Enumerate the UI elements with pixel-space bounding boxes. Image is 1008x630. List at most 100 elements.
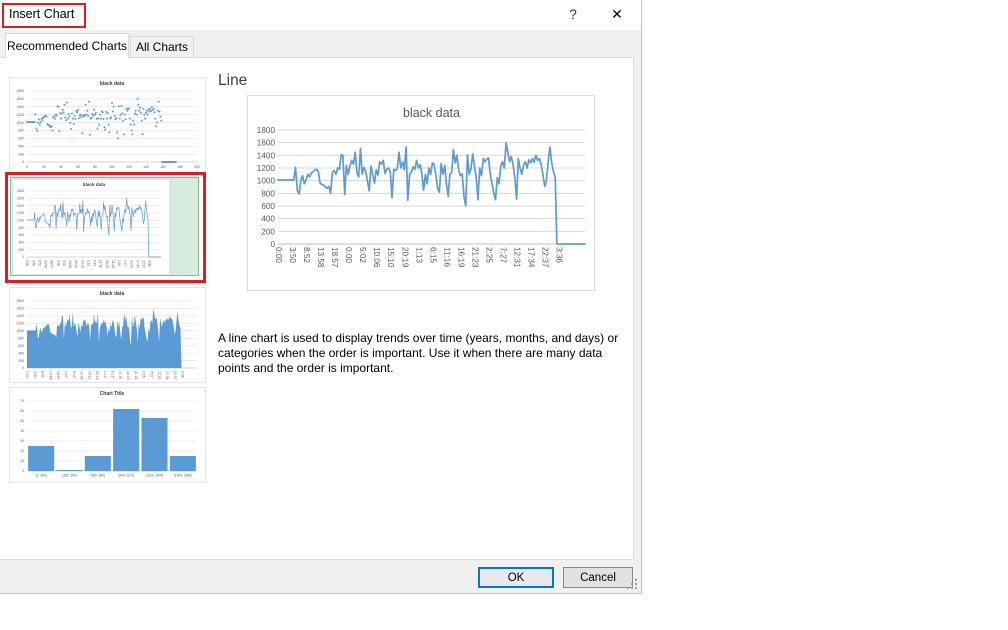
svg-text:21:23: 21:23 <box>111 260 115 268</box>
histogram-chart-thumbnail: 010203040506070Chart Title[0, 280](280, … <box>10 388 205 482</box>
svg-text:60: 60 <box>20 409 24 413</box>
svg-text:12:31: 12:31 <box>157 371 161 380</box>
resize-grip-icon[interactable] <box>627 579 638 590</box>
svg-text:18:57: 18:57 <box>56 371 60 380</box>
svg-text:0: 0 <box>26 165 28 169</box>
svg-text:5:02: 5:02 <box>72 371 76 378</box>
svg-text:180: 180 <box>177 165 183 169</box>
svg-text:black data: black data <box>403 106 460 120</box>
svg-text:17:34: 17:34 <box>135 260 139 268</box>
svg-text:6:15: 6:15 <box>93 260 97 266</box>
svg-text:1000: 1000 <box>257 177 276 186</box>
svg-text:600: 600 <box>18 137 24 141</box>
svg-text:1600: 1600 <box>257 139 276 148</box>
svg-text:400: 400 <box>261 215 275 224</box>
svg-text:black data: black data <box>100 291 125 297</box>
svg-text:400: 400 <box>19 240 25 244</box>
svg-text:16:19: 16:19 <box>456 247 465 268</box>
svg-text:black data: black data <box>83 182 106 187</box>
svg-text:3:50: 3:50 <box>33 371 37 378</box>
thumbnail-histogram-chart[interactable]: 010203040506070Chart Title[0, 280](280, … <box>9 387 206 483</box>
svg-text:0:00: 0:00 <box>274 247 283 263</box>
svg-text:(1400, 1680]: (1400, 1680] <box>174 474 192 478</box>
svg-text:1:13: 1:13 <box>86 260 90 266</box>
line-chart-preview: 020040060080010001200140016001800black d… <box>248 96 594 290</box>
svg-text:2:25: 2:25 <box>117 260 121 266</box>
ok-button[interactable]: OK <box>478 567 554 588</box>
svg-text:10: 10 <box>20 459 24 463</box>
svg-text:3:36: 3:36 <box>148 260 152 266</box>
thumbnail-scatter-chart[interactable]: 020040060080010001200140016001800black d… <box>9 77 206 173</box>
svg-text:1600: 1600 <box>16 307 24 311</box>
svg-text:400: 400 <box>18 351 24 355</box>
svg-text:16:19: 16:19 <box>105 260 109 268</box>
svg-text:0:00: 0:00 <box>25 371 29 378</box>
svg-text:140: 140 <box>143 165 149 169</box>
svg-text:50: 50 <box>20 419 24 423</box>
svg-text:21:23: 21:23 <box>470 247 479 268</box>
svg-text:0:00: 0:00 <box>56 260 60 266</box>
scatter-chart-thumbnail: 020040060080010001200140016001800black d… <box>10 78 205 172</box>
svg-text:15:10: 15:10 <box>386 247 395 268</box>
svg-text:8:52: 8:52 <box>41 371 45 378</box>
svg-text:11:16: 11:16 <box>99 260 103 268</box>
svg-text:200: 200 <box>19 248 25 252</box>
svg-text:20:19: 20:19 <box>400 247 409 268</box>
svg-text:(560, 840]: (560, 840] <box>91 474 105 478</box>
svg-text:60: 60 <box>76 165 80 169</box>
svg-text:22:37: 22:37 <box>142 260 146 268</box>
svg-text:13:58: 13:58 <box>316 247 325 268</box>
svg-text:1200: 1200 <box>257 164 276 173</box>
close-icon[interactable]: ✕ <box>603 2 631 26</box>
svg-text:8:52: 8:52 <box>37 260 41 266</box>
svg-text:200: 200 <box>261 227 275 236</box>
svg-text:3:36: 3:36 <box>181 371 185 378</box>
svg-text:20: 20 <box>42 165 46 169</box>
svg-text:15:10: 15:10 <box>87 371 91 380</box>
help-icon[interactable]: ? <box>563 4 583 24</box>
svg-text:1000: 1000 <box>17 218 24 222</box>
svg-text:1200: 1200 <box>16 113 24 117</box>
svg-text:5:02: 5:02 <box>358 247 367 263</box>
line-chart-thumbnail: 020040060080010001200140016001800black d… <box>13 180 169 274</box>
svg-text:1:13: 1:13 <box>414 247 423 263</box>
svg-text:800: 800 <box>19 226 25 230</box>
svg-text:1800: 1800 <box>17 189 24 193</box>
svg-text:40: 40 <box>59 165 63 169</box>
cancel-button[interactable]: Cancel <box>563 567 633 588</box>
svg-text:70: 70 <box>20 399 24 403</box>
line-thumbnail-surface: 020040060080010001200140016001800black d… <box>13 180 169 274</box>
svg-text:2:25: 2:25 <box>142 371 146 378</box>
svg-text:[0, 280]: [0, 280] <box>36 474 47 478</box>
svg-text:5:02: 5:02 <box>62 260 66 266</box>
thumbnail-line-chart-selected[interactable]: 020040060080010001200140016001800black d… <box>10 177 199 276</box>
svg-text:30: 30 <box>20 439 24 443</box>
svg-text:12:31: 12:31 <box>129 260 133 268</box>
svg-text:400: 400 <box>18 144 24 148</box>
svg-text:21:23: 21:23 <box>134 371 138 380</box>
svg-text:22:37: 22:37 <box>541 247 550 268</box>
svg-text:13:58: 13:58 <box>44 260 48 268</box>
svg-text:800: 800 <box>18 129 24 133</box>
svg-text:1200: 1200 <box>16 322 24 326</box>
svg-text:0:00: 0:00 <box>64 371 68 378</box>
tab-all-charts[interactable]: All Charts <box>130 36 194 58</box>
svg-text:1800: 1800 <box>16 89 24 93</box>
svg-text:6:15: 6:15 <box>428 247 437 263</box>
svg-text:1000: 1000 <box>16 329 24 333</box>
svg-text:22:37: 22:37 <box>173 371 177 380</box>
svg-text:100: 100 <box>109 165 115 169</box>
svg-text:1800: 1800 <box>257 126 276 135</box>
svg-text:120: 120 <box>126 165 132 169</box>
dialog-footer: OK Cancel <box>0 560 641 592</box>
svg-text:15:10: 15:10 <box>74 260 78 268</box>
svg-text:0: 0 <box>22 160 24 164</box>
tab-recommended-charts[interactable]: Recommended Charts <box>5 33 129 58</box>
svg-text:6:15: 6:15 <box>111 371 115 378</box>
thumbnail-area-chart[interactable]: 020040060080010001200140016001800black d… <box>9 287 206 383</box>
svg-text:20: 20 <box>20 449 24 453</box>
svg-text:(280, 560]: (280, 560] <box>62 474 76 478</box>
svg-text:600: 600 <box>261 202 275 211</box>
recommended-charts-panel: 020040060080010001200140016001800black d… <box>0 57 634 560</box>
svg-text:1000: 1000 <box>16 121 24 125</box>
